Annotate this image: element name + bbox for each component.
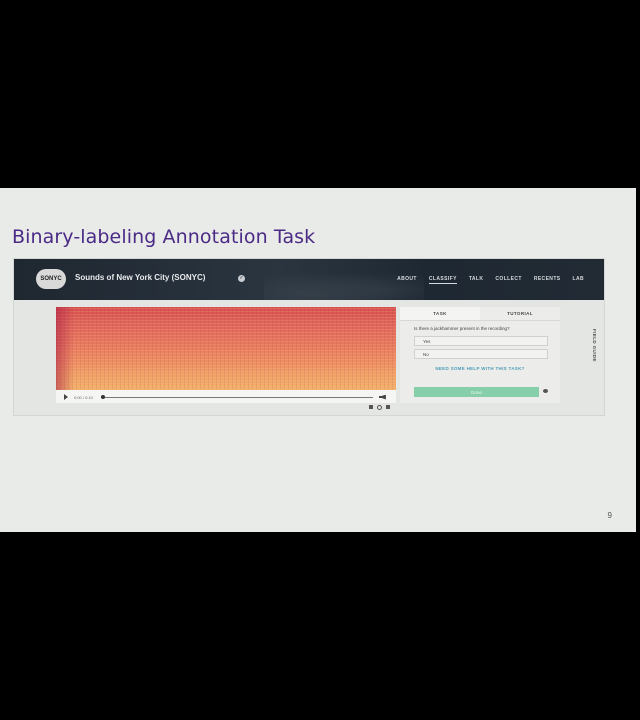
eye-icon[interactable]	[543, 389, 548, 393]
audio-controls: 0:00 / 0:10	[56, 391, 396, 403]
volume-icon[interactable]	[378, 394, 386, 400]
audio-player: 0:00 / 0:10	[56, 307, 396, 403]
task-tabs: TASK TUTORIAL	[400, 307, 560, 321]
task-question: Is there a jackhammer present in the rec…	[414, 326, 510, 331]
nav-talk[interactable]: TALK	[469, 276, 484, 284]
nav-recents[interactable]: RECENTS	[534, 276, 561, 284]
slide-title: Binary-labeling Annotation Task	[12, 226, 316, 248]
field-guide-tab[interactable]: FIELD GUIDE	[592, 329, 597, 362]
seek-knob[interactable]	[100, 394, 105, 399]
nav-classify[interactable]: CLASSIFY	[428, 276, 457, 284]
project-header: SONYC Sounds of New York City (SONYC) ✓ …	[14, 259, 604, 300]
heart-icon[interactable]	[377, 405, 382, 410]
collect-icon[interactable]	[386, 405, 390, 409]
answer-yes[interactable]: Yes	[414, 336, 548, 346]
playback-time: 0:00 / 0:10	[74, 394, 93, 400]
help-link[interactable]: NEED SOME HELP WITH THIS TASK?	[400, 366, 560, 371]
nav-collect[interactable]: COLLECT	[495, 276, 521, 284]
presentation-slide: Binary-labeling Annotation Task SONYC So…	[0, 188, 636, 532]
sonyc-logo[interactable]: SONYC	[36, 269, 66, 289]
slide-page-number: 9	[607, 511, 612, 520]
tab-tutorial[interactable]: TUTORIAL	[480, 307, 560, 320]
play-icon[interactable]	[64, 394, 68, 400]
spectrogram-image	[56, 307, 396, 390]
seek-bar[interactable]	[100, 394, 373, 399]
nav-about[interactable]: ABOUT	[397, 276, 417, 284]
info-icon[interactable]	[369, 405, 373, 409]
nav-lab[interactable]: LAB	[573, 276, 584, 284]
project-name[interactable]: Sounds of New York City (SONYC)	[75, 273, 205, 282]
project-nav: ABOUT CLASSIFY TALK COLLECT RECENTS LAB	[397, 276, 584, 284]
task-panel: TASK TUTORIAL Is there a jackhammer pres…	[400, 307, 560, 403]
classification-meta-icons	[369, 405, 390, 410]
verified-check-icon: ✓	[238, 275, 245, 282]
zooniverse-screenshot: SONYC Sounds of New York City (SONYC) ✓ …	[13, 258, 605, 416]
done-button[interactable]: Done	[414, 387, 539, 397]
tab-task[interactable]: TASK	[400, 307, 480, 320]
answer-no[interactable]: No	[414, 349, 548, 359]
